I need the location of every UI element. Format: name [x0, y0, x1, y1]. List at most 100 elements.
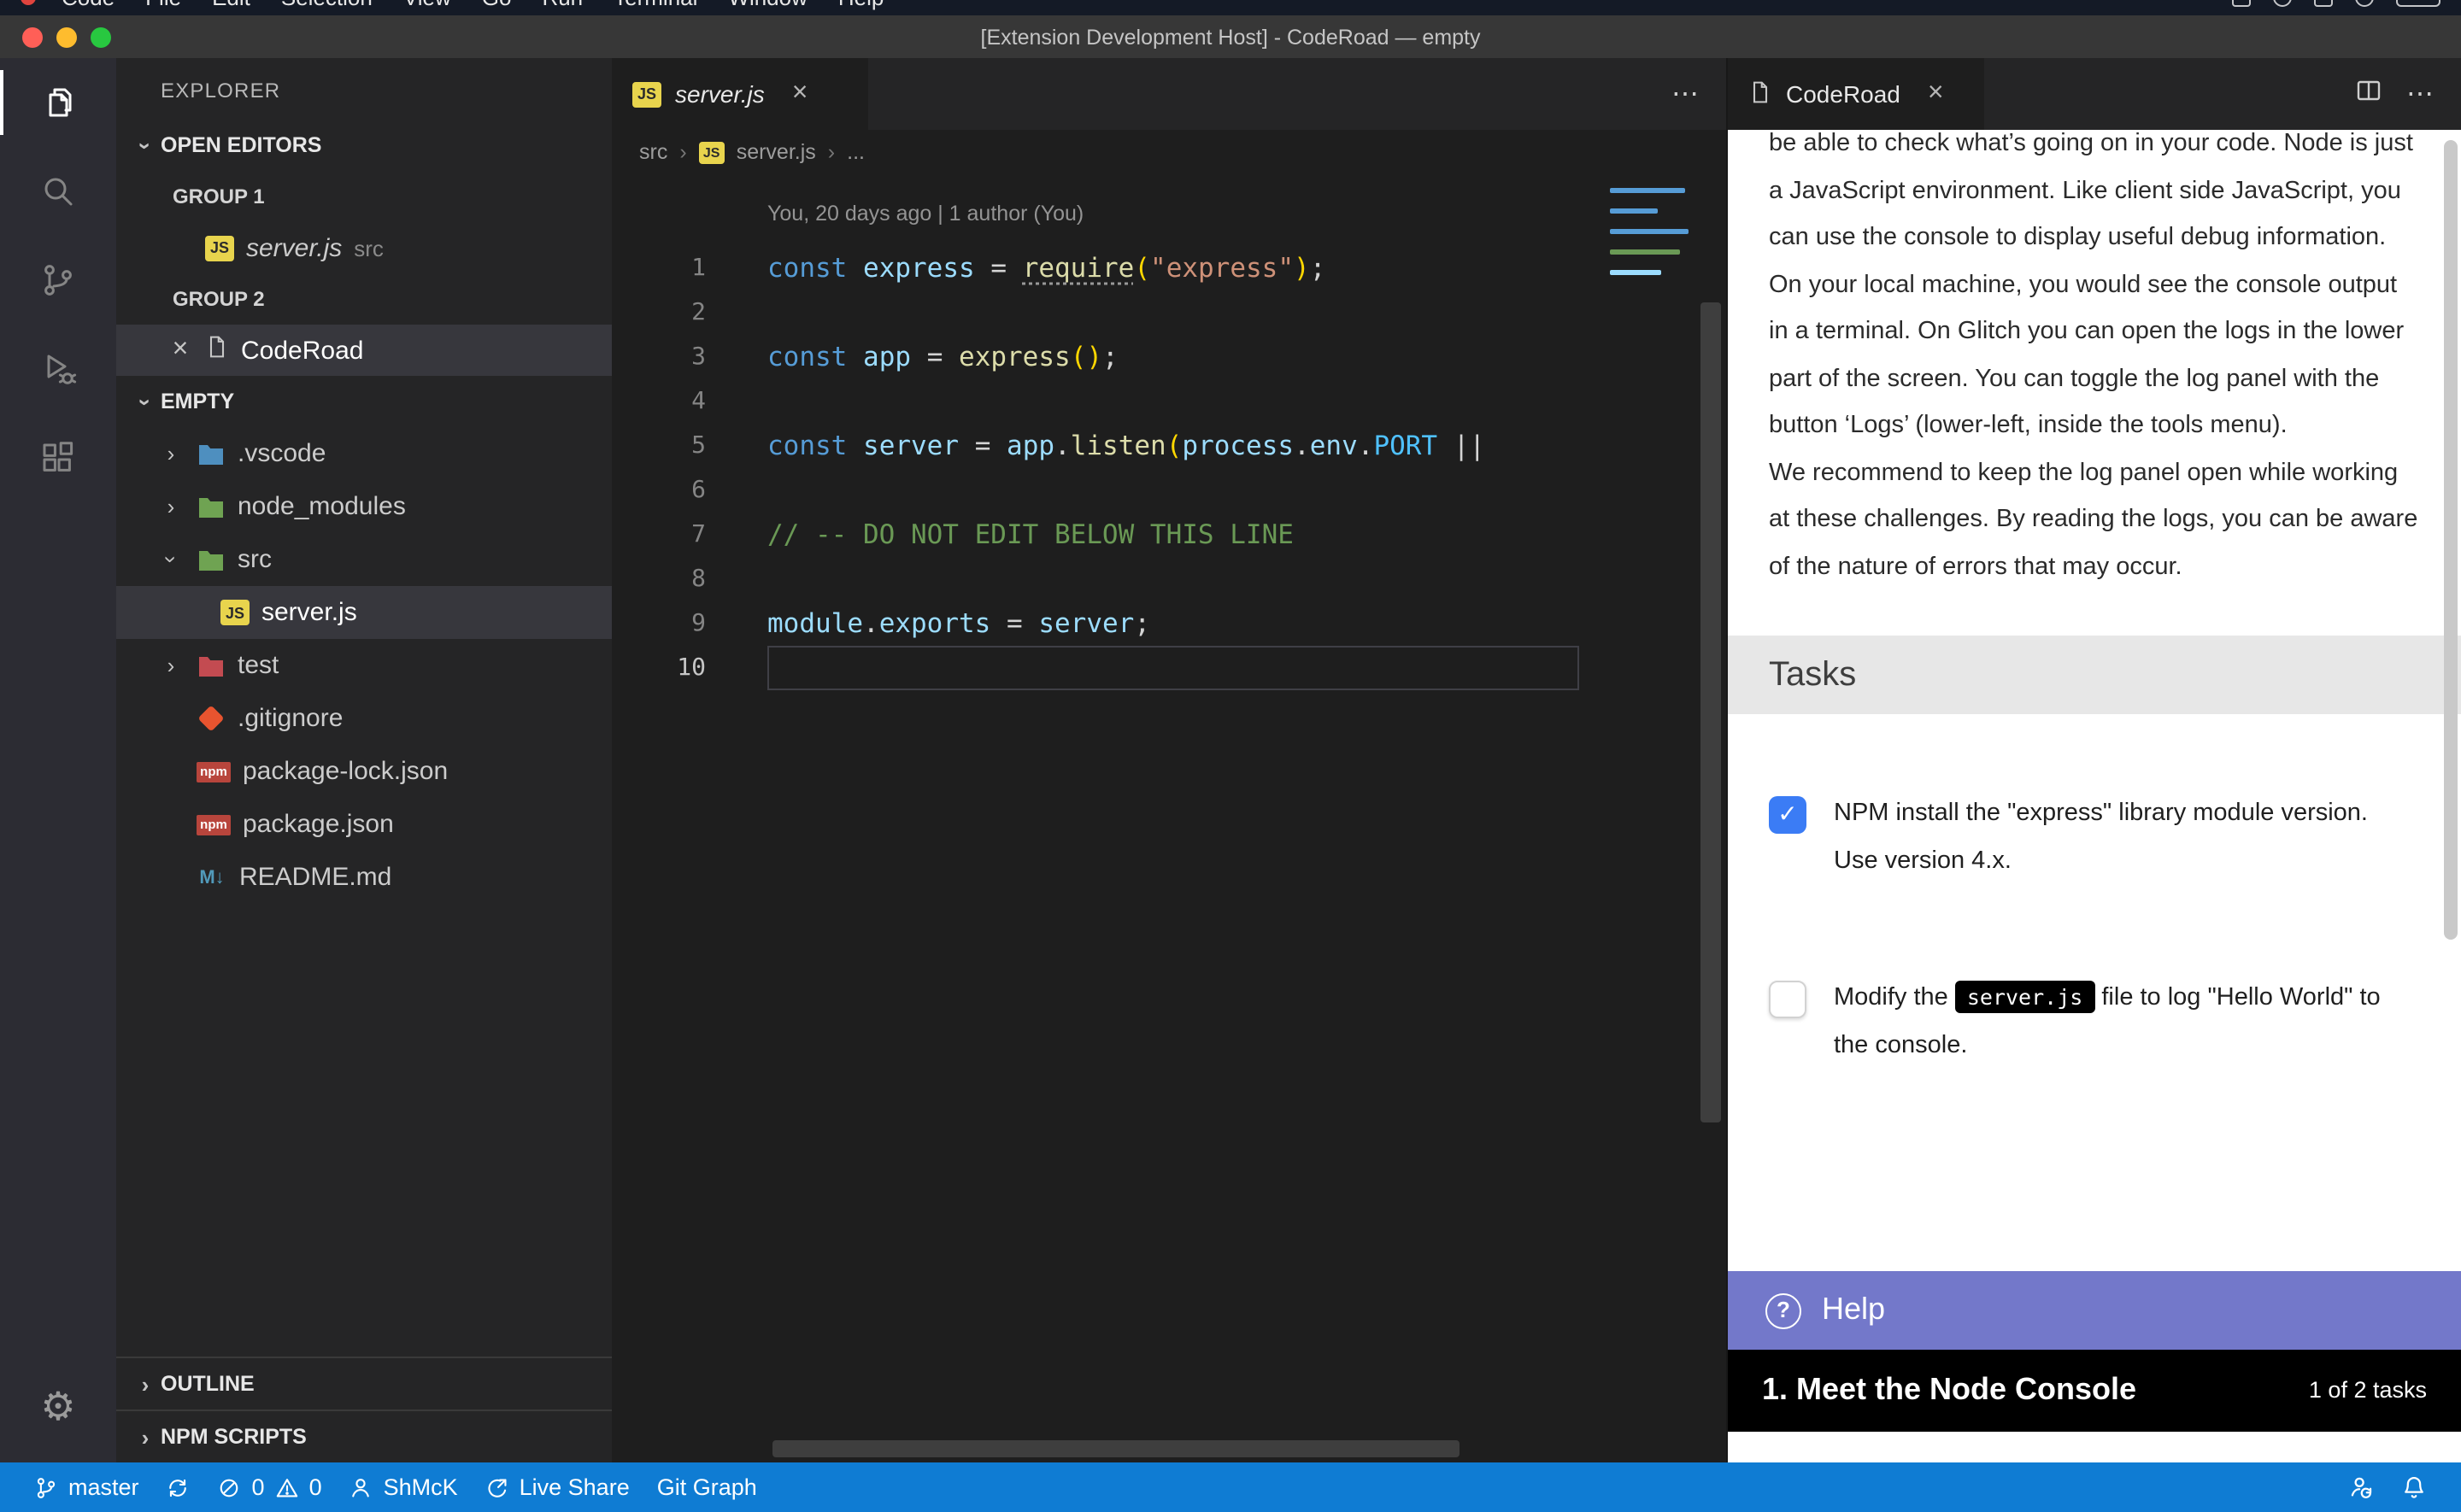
- more-actions-icon[interactable]: [2406, 77, 2434, 111]
- editor-group: server.js src server.js ... You, 20 days…: [612, 58, 1726, 1462]
- task-checkbox-unchecked[interactable]: [1769, 981, 1806, 1018]
- close-window-button[interactable]: [22, 26, 43, 47]
- titlebar[interactable]: [Extension Development Host] - CodeRoad …: [0, 15, 2461, 58]
- git-branch-status[interactable]: master: [21, 1462, 153, 1512]
- editor-tab-actions: [1671, 58, 1726, 130]
- minimap-line: [1610, 188, 1685, 193]
- menu-go[interactable]: Go: [467, 0, 527, 9]
- tree-item-test[interactable]: test: [116, 639, 612, 692]
- sync-status[interactable]: [153, 1462, 204, 1512]
- close-tab-icon[interactable]: [792, 79, 808, 109]
- code-line-5[interactable]: 5const server = app.listen(process.env.P…: [612, 424, 1726, 468]
- outline-section-header[interactable]: OUTLINE: [116, 1357, 612, 1409]
- minimize-window-button[interactable]: [56, 26, 77, 47]
- tab-serverjs[interactable]: server.js: [612, 58, 868, 130]
- code-line-7[interactable]: 7// -- DO NOT EDIT BELOW THIS LINE: [612, 513, 1726, 557]
- menubar-status-icon[interactable]: [2355, 0, 2374, 6]
- sidebar-bottom-sections: OUTLINE NPM SCRIPTS: [116, 1357, 612, 1462]
- split-editor-icon[interactable]: [2355, 76, 2382, 112]
- menu-edit[interactable]: Edit: [197, 0, 266, 9]
- menu-selection[interactable]: Selection: [266, 0, 388, 9]
- source-control-activity-icon[interactable]: [0, 236, 116, 325]
- vertical-scrollbar-thumb[interactable]: [1700, 302, 1721, 1122]
- live-share-status[interactable]: Live Share: [472, 1462, 643, 1512]
- workspace-section-header[interactable]: EMPTY: [116, 376, 612, 427]
- tree-item-package-json[interactable]: package.json: [116, 798, 612, 851]
- problems-status[interactable]: 0 0: [204, 1462, 336, 1512]
- token-constant: PORT: [1373, 431, 1437, 461]
- task-text-segment: NPM install the "express" library module…: [1834, 800, 2368, 875]
- explorer-activity-icon[interactable]: [0, 58, 116, 147]
- search-activity-icon[interactable]: [0, 147, 116, 236]
- code-line-1[interactable]: 1const express = require("express");: [612, 246, 1726, 290]
- tab-coderoad[interactable]: CodeRoad: [1728, 58, 1984, 130]
- code-line-9[interactable]: 9module.exports = server;: [612, 601, 1726, 646]
- menubar-status-icon[interactable]: [2232, 0, 2251, 6]
- open-editor-serverjs[interactable]: server.js src: [116, 222, 612, 273]
- token-bracket: ): [1294, 253, 1310, 284]
- tree-item-label: src: [238, 545, 272, 574]
- breadcrumb-symbol[interactable]: ...: [847, 140, 865, 164]
- code-line-6[interactable]: 6: [612, 468, 1726, 513]
- close-tab-icon[interactable]: [1928, 79, 1944, 109]
- line-content: [767, 290, 1579, 335]
- close-icon[interactable]: [167, 335, 193, 366]
- settings-gear-icon[interactable]: [0, 1363, 116, 1452]
- menu-help[interactable]: Help: [823, 0, 900, 9]
- webview-scrollbar-thumb[interactable]: [2444, 140, 2458, 940]
- tree-item-gitignore[interactable]: .gitignore: [116, 692, 612, 745]
- open-editors-header[interactable]: OPEN EDITORS: [116, 120, 612, 171]
- code-line-10[interactable]: 10: [612, 646, 1726, 690]
- open-editor-detail: src: [354, 235, 384, 261]
- tree-item-node-modules[interactable]: node_modules: [116, 480, 612, 533]
- error-icon: [218, 1475, 242, 1499]
- tree-item-package-lock-json[interactable]: package-lock.json: [116, 745, 612, 798]
- menubar-status-icon[interactable]: [2273, 0, 2292, 6]
- tree-item-label: .vscode: [238, 439, 326, 468]
- codelens-blame[interactable]: You, 20 days ago | 1 author (You): [767, 202, 1726, 236]
- menu-terminal[interactable]: Terminal: [598, 0, 713, 9]
- horizontal-scrollbar-thumb[interactable]: [772, 1440, 1460, 1457]
- tree-item-src[interactable]: src: [116, 533, 612, 586]
- chevron-right-icon: [130, 1371, 161, 1397]
- tree-item-vscode[interactable]: .vscode: [116, 427, 612, 480]
- code-line-2[interactable]: 2: [612, 290, 1726, 335]
- breadcrumb-file[interactable]: server.js: [737, 140, 816, 164]
- run-debug-activity-icon[interactable]: [0, 325, 116, 413]
- token-function: listen: [1071, 431, 1166, 461]
- minimap[interactable]: [1610, 188, 1689, 290]
- tree-item-readme-md[interactable]: README.md: [116, 851, 612, 904]
- token-punctuation: .: [1294, 431, 1310, 461]
- live-share-label: Live Share: [520, 1474, 630, 1500]
- code-line-4[interactable]: 4: [612, 379, 1726, 424]
- menu-view[interactable]: View: [388, 0, 467, 9]
- extensions-activity-icon[interactable]: [0, 413, 116, 502]
- menu-file[interactable]: File: [130, 0, 197, 9]
- more-actions-icon[interactable]: [1671, 77, 1699, 111]
- account-status[interactable]: [2335, 1474, 2388, 1500]
- status-bar: master 0 0 ShMcK Live Share Git Graph: [0, 1462, 2461, 1512]
- help-button[interactable]: Help: [1728, 1271, 2461, 1350]
- git-graph-status[interactable]: Git Graph: [643, 1462, 771, 1512]
- code-line-8[interactable]: 8: [612, 557, 1726, 601]
- token-comment: // -- DO NOT EDIT BELOW THIS LINE: [767, 519, 1294, 550]
- lesson-footer[interactable]: 1. Meet the Node Console 1 of 2 tasks: [1728, 1350, 2461, 1432]
- code-editor[interactable]: You, 20 days ago | 1 author (You) 1const…: [612, 174, 1726, 1462]
- token-punctuation: [847, 431, 863, 461]
- zoom-window-button[interactable]: [91, 26, 111, 47]
- apple-menu-icon[interactable]: [21, 0, 36, 4]
- open-editor-coderoad[interactable]: CodeRoad: [116, 325, 612, 376]
- notifications-status[interactable]: [2388, 1474, 2440, 1500]
- menubar-status-icon[interactable]: [2314, 0, 2333, 6]
- warning-count: 0: [309, 1474, 322, 1500]
- coderoad-user-status[interactable]: ShMcK: [336, 1462, 472, 1512]
- code-line-3[interactable]: 3const app = express();: [612, 335, 1726, 379]
- task-checkbox-checked[interactable]: [1769, 796, 1806, 834]
- tree-item-server-js[interactable]: server.js: [116, 586, 612, 639]
- menu-code[interactable]: Code: [46, 0, 130, 9]
- npm-scripts-section-header[interactable]: NPM SCRIPTS: [116, 1409, 612, 1462]
- chevron-right-icon: [157, 494, 185, 519]
- menu-run[interactable]: Run: [526, 0, 598, 9]
- breadcrumb-folder[interactable]: src: [639, 140, 667, 164]
- menu-window[interactable]: Window: [713, 0, 823, 9]
